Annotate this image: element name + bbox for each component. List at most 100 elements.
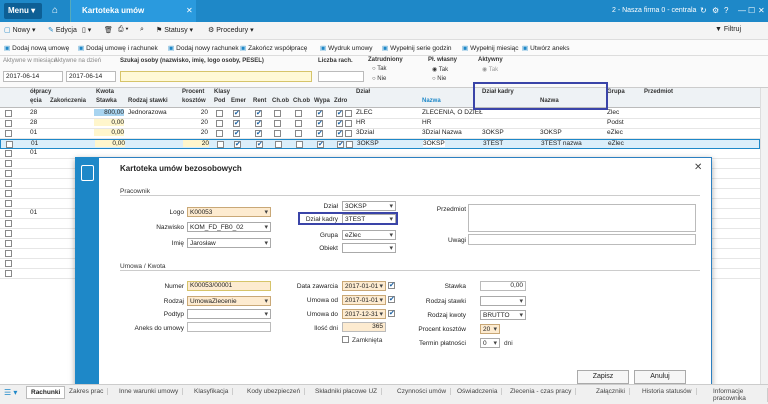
row-flag-checkbox[interactable] — [216, 130, 223, 137]
row-flag-checkbox[interactable] — [255, 119, 262, 127]
employed-yes-radio[interactable]: ○ Tak — [372, 66, 387, 72]
col-rent[interactable]: Rent — [253, 98, 266, 104]
from-input[interactable]: 2017-01-01 — [342, 295, 386, 305]
bottom-tab[interactable]: Inne warunki umowy — [115, 388, 184, 395]
from-checkbox[interactable] — [388, 295, 395, 303]
search-input[interactable] — [120, 71, 312, 82]
print-contract-button[interactable]: ▣ Wydruk umowy — [320, 44, 373, 52]
refresh-icon[interactable]: ↻ — [700, 6, 707, 15]
bottom-tab[interactable]: Informacje pracownika — [709, 388, 768, 402]
row-flag-checkbox[interactable] — [345, 110, 352, 117]
row-flag-checkbox[interactable] — [274, 110, 281, 117]
fill-month-button[interactable]: ▣ Wypełnij miesiąc — [462, 44, 519, 52]
window-close-icon[interactable]: ✕ — [758, 6, 765, 15]
row-flag-checkbox[interactable] — [295, 110, 302, 117]
col-group[interactable]: Grupa — [607, 89, 625, 95]
dept-select[interactable]: 3OKSP — [342, 201, 396, 211]
row-flag-checkbox[interactable] — [316, 119, 323, 127]
col-start[interactable]: ęcia — [30, 98, 42, 104]
add-contract-button[interactable]: ▣ Dodaj nową umowę — [4, 44, 69, 52]
row-flag-checkbox[interactable] — [345, 120, 352, 127]
col-rate-type[interactable]: Rodzaj stawki — [128, 98, 168, 104]
save-button[interactable]: Zapisz — [577, 370, 629, 384]
col-chob2[interactable]: Ch.ob — [293, 98, 310, 104]
cancel-button[interactable]: Anuluj — [634, 370, 686, 384]
row-flag-checkbox[interactable] — [216, 120, 223, 127]
row-checkbox[interactable] — [5, 200, 12, 207]
payment-term-select[interactable]: 0 — [480, 338, 500, 348]
logo-select[interactable]: K00053 — [187, 207, 271, 217]
add-bill-button[interactable]: ▣ Dodaj nowy rachunek — [168, 44, 239, 52]
col-pod[interactable]: Pod — [214, 98, 225, 104]
rate-input[interactable]: 0,00 — [480, 281, 526, 291]
row-checkbox[interactable] — [5, 180, 12, 187]
notes-input[interactable] — [468, 234, 696, 245]
table-row[interactable]: 28 800,00 Jednorazowa 20 ZLEC ZLECENIA, O DZI… — [0, 109, 760, 119]
own-pay-yes-radio[interactable]: ◉ Tak — [432, 66, 448, 73]
vertical-scrollbar[interactable] — [760, 88, 768, 384]
bottom-tab[interactable]: Załączniki — [592, 388, 630, 395]
row-checkbox[interactable] — [5, 260, 12, 267]
col-percent[interactable]: Procent — [182, 89, 204, 95]
date-from-input[interactable]: 2017-06-14 — [3, 71, 63, 82]
to-input[interactable]: 2017-12-31 — [342, 309, 386, 319]
col-costs[interactable]: kosztów — [182, 98, 206, 104]
name-select[interactable]: Jarosław — [187, 238, 271, 248]
new-button[interactable]: ▢ Nowy ▾ — [4, 26, 36, 34]
table-row[interactable]: 01 0,00 20 3Dzial 3Dzial Nazwa 3OKSP 3OKSP eZle… — [0, 129, 760, 139]
sign-date-input[interactable]: 2017-01-01 — [342, 281, 386, 291]
row-checkbox[interactable] — [5, 160, 12, 167]
row-flag-checkbox[interactable] — [234, 140, 241, 148]
row-flag-checkbox[interactable] — [316, 129, 323, 137]
row-flag-checkbox[interactable] — [295, 120, 302, 127]
row-flag-checkbox[interactable] — [336, 109, 343, 117]
filter-button[interactable]: ▼ Filtruj — [715, 26, 741, 33]
col-rate[interactable]: Stawka — [96, 98, 117, 104]
gear-icon[interactable]: ⚙ — [712, 6, 719, 15]
procedures-button[interactable]: ⚙ Procedury ▾ — [208, 26, 254, 34]
minimize-icon[interactable]: — — [738, 6, 746, 15]
row-flag-checkbox[interactable] — [255, 109, 262, 117]
create-annex-button[interactable]: ▣ Utwórz aneks — [522, 44, 570, 52]
delete-icon[interactable]: 🗑 — [104, 26, 113, 34]
row-flag-checkbox[interactable] — [295, 130, 302, 137]
row-flag-checkbox[interactable] — [316, 109, 323, 117]
tabs-menu-icon[interactable]: ☰ ▾ — [4, 388, 17, 397]
bottom-tab[interactable]: Historia statusów — [638, 388, 697, 395]
amount-type-select[interactable]: BRUTTO — [480, 310, 526, 320]
row-checkbox[interactable] — [5, 130, 12, 137]
col-amount[interactable]: Kwota — [96, 89, 114, 95]
closed-checkbox[interactable] — [342, 336, 349, 343]
end-coop-button[interactable]: ▣ Zakończ współpracę — [240, 44, 307, 52]
row-checkbox[interactable] — [6, 141, 13, 148]
annex-input[interactable] — [187, 322, 271, 332]
bottom-tab[interactable]: Zakres prac — [65, 388, 109, 395]
bottom-tab[interactable]: Rachunki — [26, 386, 66, 399]
close-icon[interactable]: ✕ — [186, 6, 193, 15]
row-flag-checkbox[interactable] — [346, 141, 353, 148]
col-dept-name[interactable]: Nazwa — [422, 98, 441, 104]
row-checkbox[interactable] — [5, 220, 12, 227]
col-emer[interactable]: Emer — [231, 98, 246, 104]
bottom-tab[interactable]: Klasyfikacja — [190, 388, 234, 395]
row-flag-checkbox[interactable] — [255, 129, 262, 137]
subtype-select[interactable] — [187, 309, 271, 319]
row-checkbox[interactable] — [5, 270, 12, 277]
attachment-icon[interactable]: ⌕ — [140, 26, 144, 34]
row-flag-checkbox[interactable] — [217, 141, 224, 148]
rate-type-select[interactable] — [480, 296, 526, 306]
number-input[interactable]: K00053/00001 — [187, 281, 271, 291]
add-contract-bill-button[interactable]: ▣ Dodaj umowę i rachunek — [78, 44, 158, 52]
col-end[interactable]: Zakończenia — [50, 98, 86, 104]
row-flag-checkbox[interactable] — [336, 129, 343, 137]
row-flag-checkbox[interactable] — [337, 140, 344, 148]
row-checkbox[interactable] — [5, 110, 12, 117]
home-icon[interactable]: ⌂ — [52, 5, 58, 16]
row-checkbox[interactable] — [5, 120, 12, 127]
cost-percent-select[interactable]: 20 — [480, 324, 500, 334]
date-to-input[interactable]: 2017-06-14 — [66, 71, 116, 82]
row-checkbox[interactable] — [5, 210, 12, 217]
to-checkbox[interactable] — [388, 309, 395, 317]
print-icon[interactable]: ⎙ ▾ — [118, 26, 129, 34]
subject-input[interactable] — [468, 204, 696, 232]
